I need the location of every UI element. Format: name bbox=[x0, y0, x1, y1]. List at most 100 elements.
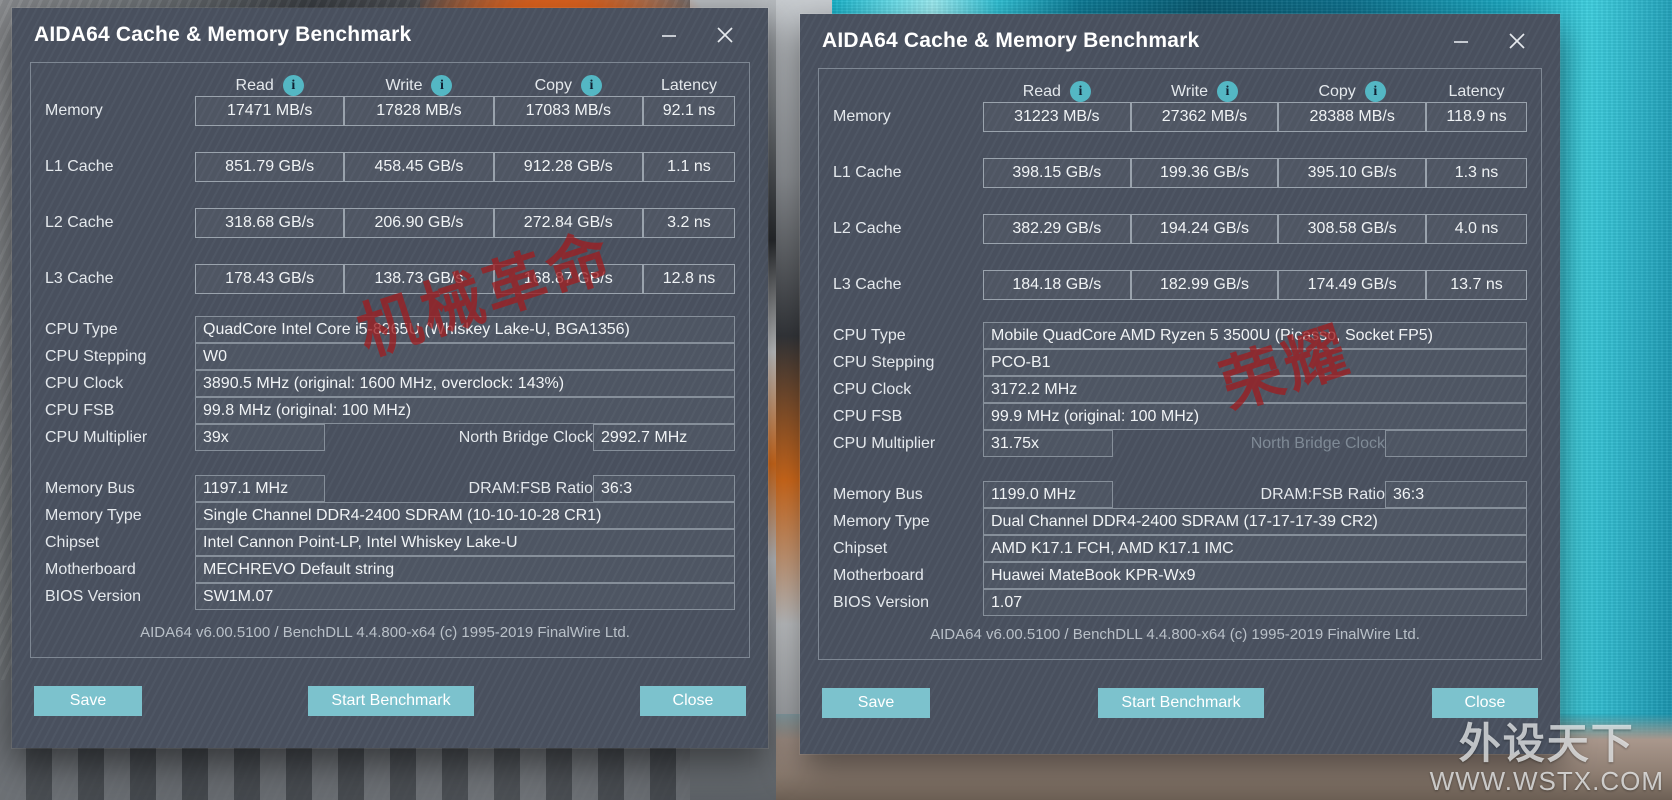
cell-l1-read: 851.79 GB/s bbox=[195, 152, 345, 182]
info-row-chipset: Chipset Intel Cannon Point-LP, Intel Whi… bbox=[45, 529, 735, 556]
close-icon[interactable] bbox=[1500, 24, 1534, 58]
value-memory-type: Single Channel DDR4-2400 SDRAM (10-10-10… bbox=[195, 502, 735, 529]
cell-memory-latency: 92.1 ns bbox=[642, 96, 735, 126]
row-label-l1: L1 Cache bbox=[45, 158, 114, 175]
label-cpu-fsb: CPU FSB bbox=[45, 401, 115, 419]
info-row-memory-bus: Memory Bus 1199.0 MHz DRAM:FSB Ratio 36:… bbox=[833, 481, 1527, 508]
column-label-copy: Copy bbox=[534, 76, 572, 94]
column-label-read: Read bbox=[235, 76, 274, 94]
cell-l3-write: 138.73 GB/s bbox=[344, 264, 494, 294]
label-cpu-stepping: CPU Stepping bbox=[833, 353, 935, 371]
system-info-table-left: CPU Type QuadCore Intel Core i5-8265U (W… bbox=[45, 316, 735, 610]
cell-l3-write: 182.99 GB/s bbox=[1130, 270, 1279, 300]
info-icon-read[interactable]: i bbox=[1069, 81, 1091, 102]
info-row-memory-type: Memory Type Dual Channel DDR4-2400 SDRAM… bbox=[833, 508, 1527, 535]
column-header-read: Read i bbox=[195, 75, 344, 96]
table-row: Memory 31223 MB/s 27362 MB/s 28388 MB/s … bbox=[833, 102, 1527, 132]
save-button[interactable]: Save bbox=[822, 688, 930, 718]
column-label-latency: Latency bbox=[660, 76, 717, 94]
benchmark-table-right: Read i Write i Copy i Latency Memory 31223 … bbox=[833, 81, 1527, 300]
window-controls-left bbox=[652, 18, 758, 52]
cell-memory-read: 17471 MB/s bbox=[195, 96, 345, 126]
close-button[interactable]: Close bbox=[640, 686, 746, 716]
footer-left: Save Start Benchmark Close bbox=[12, 658, 768, 744]
cell-memory-write: 17828 MB/s bbox=[344, 96, 494, 126]
column-header-write: Write i bbox=[1131, 81, 1279, 102]
info-icon-copy[interactable]: i bbox=[580, 75, 602, 96]
value-cpu-clock: 3890.5 MHz (original: 1600 MHz, overcloc… bbox=[195, 370, 735, 397]
start-benchmark-button[interactable]: Start Benchmark bbox=[1098, 688, 1264, 718]
value-cpu-clock: 3172.2 MHz bbox=[983, 376, 1527, 403]
minimize-icon[interactable] bbox=[652, 18, 686, 52]
label-dram-fsb-ratio: DRAM:FSB Ratio bbox=[468, 479, 593, 497]
window-controls-right bbox=[1444, 24, 1550, 58]
column-header-latency: Latency bbox=[1426, 81, 1527, 102]
info-icon-write[interactable]: i bbox=[431, 75, 453, 96]
info-row-cpu-fsb: CPU FSB 99.8 MHz (original: 100 MHz) bbox=[45, 397, 735, 424]
cell-memory-copy: 28388 MB/s bbox=[1278, 102, 1426, 132]
label-cpu-multiplier: CPU Multiplier bbox=[45, 428, 148, 446]
info-row-cpu-type: CPU Type Mobile QuadCore AMD Ryzen 5 350… bbox=[833, 322, 1527, 349]
label-north-bridge-clock: North Bridge Clock bbox=[458, 428, 593, 446]
info-row-bios: BIOS Version 1.07 bbox=[833, 589, 1527, 616]
cell-l3-copy: 174.49 GB/s bbox=[1278, 270, 1426, 300]
column-header-copy: Copy i bbox=[1278, 81, 1426, 102]
value-dram-fsb-ratio: 36:3 bbox=[1385, 481, 1527, 508]
cell-l2-latency: 4.0 ns bbox=[1425, 214, 1527, 244]
info-icon-copy[interactable]: i bbox=[1364, 81, 1386, 102]
column-header-read: Read i bbox=[983, 81, 1131, 102]
titlebar-left: AIDA64 Cache & Memory Benchmark bbox=[12, 8, 768, 62]
close-button[interactable]: Close bbox=[1432, 688, 1538, 718]
info-row-chipset: Chipset AMD K17.1 FCH, AMD K17.1 IMC bbox=[833, 535, 1527, 562]
table-row: L2 Cache 382.29 GB/s 194.24 GB/s 308.58 … bbox=[833, 214, 1527, 244]
cell-l1-latency: 1.1 ns bbox=[642, 152, 735, 182]
info-row-cpu-type: CPU Type QuadCore Intel Core i5-8265U (W… bbox=[45, 316, 735, 343]
minimize-icon[interactable] bbox=[1444, 24, 1478, 58]
info-row-cpu-stepping: CPU Stepping PCO-B1 bbox=[833, 349, 1527, 376]
value-cpu-multiplier: 31.75x bbox=[983, 430, 1113, 457]
info-icon-write[interactable]: i bbox=[1217, 81, 1238, 102]
column-label-read: Read bbox=[1022, 82, 1061, 100]
info-row-cpu-stepping: CPU Stepping W0 bbox=[45, 343, 735, 370]
benchmark-header-row: Read i Write i Copy i Latency bbox=[833, 81, 1527, 102]
table-row: Memory 17471 MB/s 17828 MB/s 17083 MB/s … bbox=[45, 96, 735, 126]
label-chipset: Chipset bbox=[833, 539, 888, 557]
label-bios-version: BIOS Version bbox=[45, 587, 142, 605]
benchmark-table-left: Read i Write i Copy i Latency Memory 17471 … bbox=[45, 75, 735, 294]
info-row-cpu-clock: CPU Clock 3172.2 MHz bbox=[833, 376, 1527, 403]
cell-l1-latency: 1.3 ns bbox=[1425, 158, 1527, 188]
screenshot-stage: AIDA64 Cache & Memory Benchmark Read i W… bbox=[0, 0, 1672, 800]
row-label-l1: L1 Cache bbox=[833, 164, 902, 181]
table-row: L3 Cache 178.43 GB/s 138.73 GB/s 168.87 … bbox=[45, 264, 735, 294]
value-bios-version: SW1M.07 bbox=[195, 583, 735, 610]
cell-l3-copy: 168.87 GB/s bbox=[493, 264, 643, 294]
value-dram-fsb-ratio: 36:3 bbox=[593, 475, 735, 502]
info-row-cpu-clock: CPU Clock 3890.5 MHz (original: 1600 MHz… bbox=[45, 370, 735, 397]
cell-l2-copy: 308.58 GB/s bbox=[1278, 214, 1426, 244]
titlebar-right: AIDA64 Cache & Memory Benchmark bbox=[800, 14, 1560, 68]
value-north-bridge-clock bbox=[1385, 430, 1527, 457]
label-bios-version: BIOS Version bbox=[833, 593, 930, 611]
info-row-cpu-fsb: CPU FSB 99.9 MHz (original: 100 MHz) bbox=[833, 403, 1527, 430]
value-cpu-stepping: PCO-B1 bbox=[983, 349, 1527, 376]
value-cpu-type: QuadCore Intel Core i5-8265U (Whiskey La… bbox=[195, 316, 735, 343]
label-cpu-fsb: CPU FSB bbox=[833, 407, 903, 425]
label-cpu-clock: CPU Clock bbox=[833, 380, 912, 398]
cell-l1-write: 199.36 GB/s bbox=[1130, 158, 1279, 188]
label-memory-type: Memory Type bbox=[45, 506, 142, 524]
cell-l2-copy: 272.84 GB/s bbox=[493, 208, 643, 238]
value-memory-bus: 1199.0 MHz bbox=[983, 481, 1113, 508]
value-chipset: AMD K17.1 FCH, AMD K17.1 IMC bbox=[983, 535, 1527, 562]
aida64-window-right: AIDA64 Cache & Memory Benchmark Read i W… bbox=[800, 14, 1560, 754]
cell-l1-copy: 395.10 GB/s bbox=[1278, 158, 1426, 188]
start-benchmark-button[interactable]: Start Benchmark bbox=[308, 686, 474, 716]
info-row-bios: BIOS Version SW1M.07 bbox=[45, 583, 735, 610]
close-icon[interactable] bbox=[708, 18, 742, 52]
save-button[interactable]: Save bbox=[34, 686, 142, 716]
row-label-l2: L2 Cache bbox=[833, 220, 902, 237]
label-dram-fsb-ratio: DRAM:FSB Ratio bbox=[1260, 485, 1385, 503]
info-icon-read[interactable]: i bbox=[282, 75, 304, 96]
label-north-bridge-clock: North Bridge Clock bbox=[1250, 434, 1385, 452]
row-label-l3: L3 Cache bbox=[45, 270, 114, 287]
value-cpu-stepping: W0 bbox=[195, 343, 735, 370]
